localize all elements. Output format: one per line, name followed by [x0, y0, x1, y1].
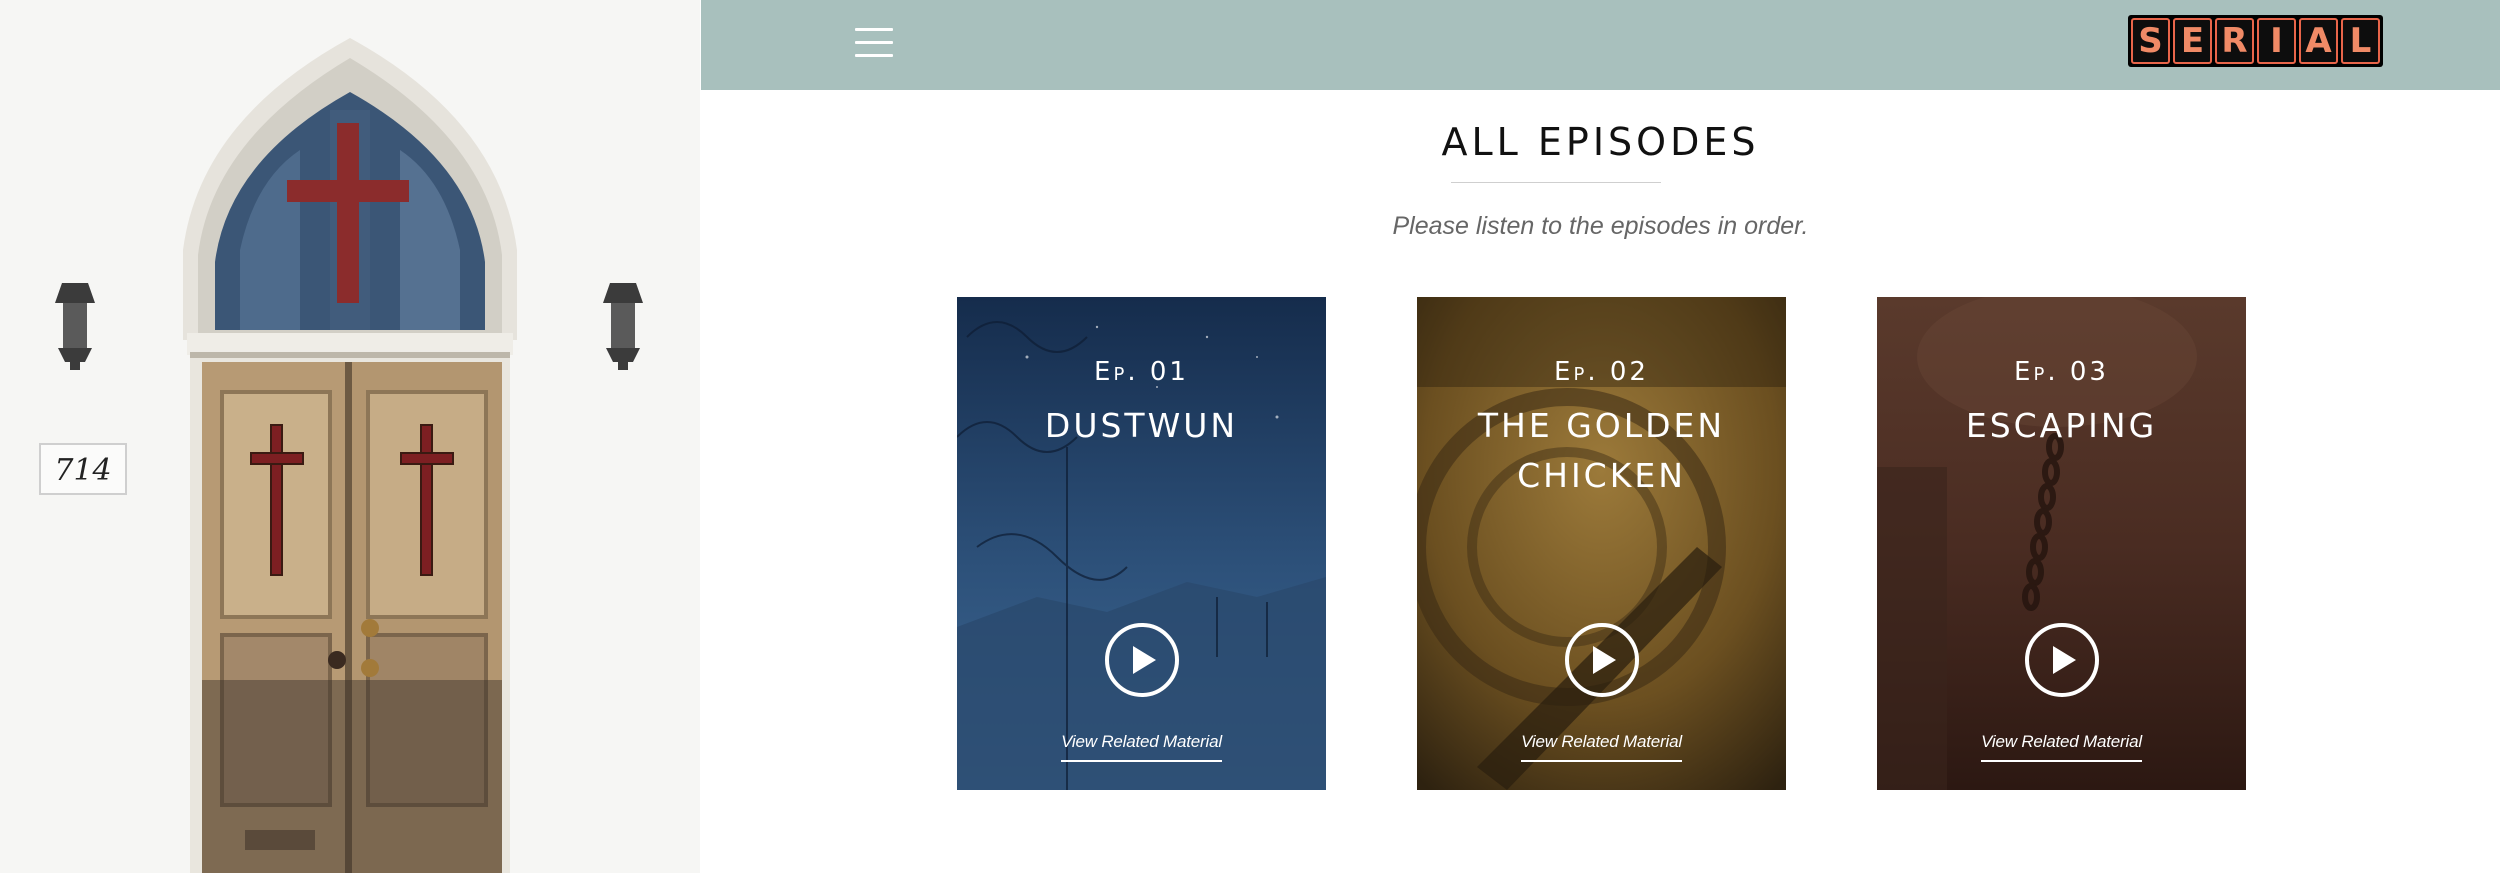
episode-number: Ep. 01 — [1094, 357, 1189, 387]
logo-letter: L — [2341, 18, 2380, 64]
logo-letter: S — [2131, 18, 2170, 64]
play-button[interactable] — [1565, 623, 1639, 697]
title-divider — [1451, 182, 1661, 183]
play-icon — [1593, 646, 1616, 674]
play-button[interactable] — [1105, 623, 1179, 697]
serial-logo[interactable]: S E R I A L — [2128, 15, 2383, 67]
logo-letter: A — [2299, 18, 2338, 64]
page-subtitle: Please listen to the episodes in order. — [1392, 212, 1809, 240]
logo-letter: E — [2173, 18, 2212, 64]
logo-letter: I — [2257, 18, 2296, 64]
logo-letter: R — [2215, 18, 2254, 64]
episode-number: Ep. 02 — [1554, 357, 1649, 387]
episode-title: ESCAPING — [1965, 406, 2158, 445]
episode-cards: Ep. 01 DUSTWUN View Related Material Ep.… — [957, 297, 2246, 790]
episode-title: DUSTWUN — [1044, 406, 1239, 445]
play-icon — [2053, 646, 2076, 674]
play-icon — [1133, 646, 1156, 674]
episode-card-01[interactable]: Ep. 01 DUSTWUN View Related Material — [957, 297, 1326, 790]
episode-card-03[interactable]: Ep. 03 ESCAPING View Related Material — [1877, 297, 2246, 790]
hamburger-menu-icon[interactable] — [855, 28, 893, 58]
view-related-material-link[interactable]: View Related Material — [1981, 732, 2142, 762]
view-related-material-link[interactable]: View Related Material — [1521, 732, 1682, 762]
episode-card-02[interactable]: Ep. 02 THE GOLDEN CHICKEN View Related M… — [1417, 297, 1786, 790]
church-door-photo: 714 — [0, 0, 700, 873]
view-related-material-link[interactable]: View Related Material — [1061, 732, 1222, 762]
church-door-image: 714 — [0, 0, 700, 873]
episodes-section: ALL EPISODES Please listen to the episod… — [701, 90, 2500, 873]
episode-title: THE GOLDEN CHICKEN — [1477, 406, 1726, 495]
top-navigation-bar: S E R I A L — [701, 0, 2500, 90]
page-title: ALL EPISODES — [1441, 120, 1760, 164]
house-number: 714 — [54, 453, 111, 488]
episode-number: Ep. 03 — [2014, 357, 2109, 387]
play-button[interactable] — [2025, 623, 2099, 697]
